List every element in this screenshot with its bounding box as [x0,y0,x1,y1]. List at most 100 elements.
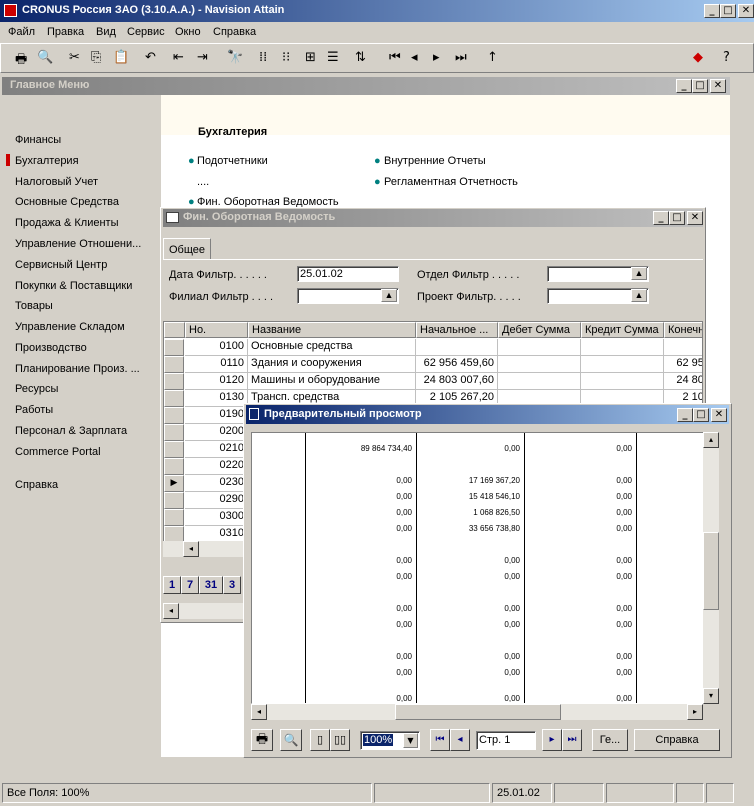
table-cell-start[interactable]: 24 803 007,60 [416,373,498,390]
nav-purchase[interactable]: Покупки & Поставщики [15,280,132,292]
preview-hscroll[interactable]: ◂ ▸ [251,704,703,720]
preview-vscroll-thumb[interactable] [703,532,719,610]
table-cell-no[interactable]: 0200 [185,424,248,441]
indent-right-icon[interactable]: ⇥ [197,50,208,65]
table-cell-end[interactable]: 62 956 [664,356,702,373]
table-cell-no[interactable]: 0220 [185,458,248,475]
preview-page-field[interactable]: Стр. 1 [476,731,536,750]
first-record-icon[interactable]: ⏮ [389,50,401,65]
menu-tools[interactable]: Сервис [127,26,165,38]
project-lookup-icon[interactable]: ▲ [631,289,647,302]
table-cell-start[interactable]: 62 956 459,60 [416,356,498,373]
preview-scroll-down-icon[interactable]: ▾ [703,688,719,704]
grid-b-icon[interactable]: ⁝⁝ [282,50,290,65]
indent-left-icon[interactable]: ⇤ [173,50,184,65]
close-button[interactable]: ✕ [738,4,754,18]
copy-icon[interactable]: ⎘ [91,50,101,65]
table-cell-no[interactable]: 0210 [185,441,248,458]
nav-tax[interactable]: Налоговый Учет [15,176,98,188]
table-cell-name[interactable]: Основные средства [248,339,416,356]
navigator-icon[interactable]: ◆ [693,50,703,65]
dept-lookup-icon[interactable]: ▲ [631,267,647,280]
preview-scroll-left-icon[interactable]: ◂ [251,704,267,720]
nav-relationship[interactable]: Управление Отношени... [15,238,141,250]
table-cell-debit[interactable] [498,339,581,356]
preview-zoom-icon[interactable]: 🔍 [280,729,302,751]
preview-hscroll-thumb[interactable] [395,704,561,720]
preview-next-page-icon[interactable]: ▸ [542,729,562,751]
branch-lookup-icon[interactable]: ▲ [381,289,397,302]
row-selector[interactable]: ▶ [164,475,184,492]
menu-help[interactable]: Справка [213,26,256,38]
table-cell-no[interactable]: 0120 [185,373,248,390]
table-cell-no[interactable]: 0290 [185,492,248,509]
undo-icon[interactable]: ↶ [145,50,156,65]
link-internal-reports[interactable]: Внутренние Отчеты [384,155,486,167]
list-icon[interactable]: ☰ [327,50,339,65]
context-help-icon[interactable]: ? [723,50,730,65]
table-cell-no[interactable]: 0300 [185,509,248,526]
nav-items[interactable]: Товары [15,300,53,312]
preview-close-button[interactable]: ✕ [711,408,727,422]
cut-icon[interactable]: ✂ [69,50,80,65]
fin-scroll-left-icon[interactable]: ◂ [163,603,179,619]
period-month-button[interactable]: 31 [199,576,223,594]
row-selector[interactable] [164,339,184,356]
find-icon[interactable]: 🔭 [227,50,243,65]
preview-zoom-select[interactable]: 100% ▼ [360,731,420,750]
col-credit[interactable]: Кредит Сумма [581,322,664,338]
col-debit[interactable]: Дебет Сумма [498,322,581,338]
table-cell-no[interactable]: 0100 [185,339,248,356]
menu-view[interactable]: Вид [96,26,116,38]
nav-manufacturing[interactable]: Производство [15,342,87,354]
table-cell-debit[interactable] [498,356,581,373]
menu-window[interactable]: Окно [175,26,201,38]
paste-icon[interactable]: 📋 [113,50,129,65]
table-cell-credit[interactable] [581,339,664,356]
link-regulatory-reports[interactable]: Регламентная Отчетность [384,176,518,188]
row-selector[interactable] [164,441,184,458]
table-cell-no[interactable]: 0190 [185,407,248,424]
next-record-icon[interactable]: ▸ [433,50,440,65]
nav-accounting[interactable]: Бухгалтерия [15,155,79,167]
menu-file[interactable]: Файл [8,26,35,38]
table-cell-no[interactable]: 0130 [185,390,248,407]
row-selector[interactable] [164,356,184,373]
row-selector[interactable] [164,390,184,407]
print-preview-icon[interactable]: 🔍 [37,50,53,65]
table-cell-no[interactable]: 0230 [185,475,248,492]
nav-finance[interactable]: Финансы [15,134,61,146]
col-end-balance[interactable]: Конечно [664,322,702,338]
table-cell-end[interactable] [664,339,702,356]
row-selector[interactable] [164,424,184,441]
table-cell-name[interactable]: Машины и оборудование [248,373,416,390]
preview-maximize-button[interactable]: □ [693,408,709,422]
preview-last-page-icon[interactable]: ⏭ [562,729,582,751]
nav-sales[interactable]: Продажа & Клиенты [15,217,118,229]
table-cell-debit[interactable] [498,373,581,390]
main-menu-maximize-button[interactable]: □ [692,79,708,93]
preview-two-pages-icon[interactable]: ▯▯ [330,729,350,751]
table-cell-end[interactable]: 24 803 [664,373,702,390]
table-cell-credit[interactable] [581,356,664,373]
minimize-button[interactable]: _ [704,4,720,18]
menu-edit[interactable]: Правка [47,26,84,38]
scroll-left-icon[interactable]: ◂ [183,541,199,557]
date-filter-input[interactable]: 25.01.02 [297,266,399,282]
nav-service[interactable]: Сервисный Центр [15,259,107,271]
maximize-button[interactable]: □ [720,4,736,18]
sort-icon[interactable]: ⇅ [355,50,366,65]
nav-jobs[interactable]: Работы [15,404,53,416]
nav-commerce[interactable]: Commerce Portal [15,446,101,458]
period-week-button[interactable]: 7 [181,576,199,594]
print-icon[interactable]: 🖶 [15,50,27,72]
preview-vscroll[interactable]: ▴ ▾ [703,432,719,704]
col-no[interactable]: Но. [185,322,248,338]
main-menu-close-button[interactable]: ✕ [710,79,726,93]
nav-resources[interactable]: Ресурсы [15,383,58,395]
nav-warehouse[interactable]: Управление Складом [15,321,125,333]
preview-goto-button[interactable]: Ге... [592,729,628,751]
prev-record-icon[interactable]: ◂ [411,50,418,65]
main-menu-minimize-button[interactable]: _ [676,79,692,93]
nav-planning[interactable]: Планирование Произ. ... [15,363,140,375]
